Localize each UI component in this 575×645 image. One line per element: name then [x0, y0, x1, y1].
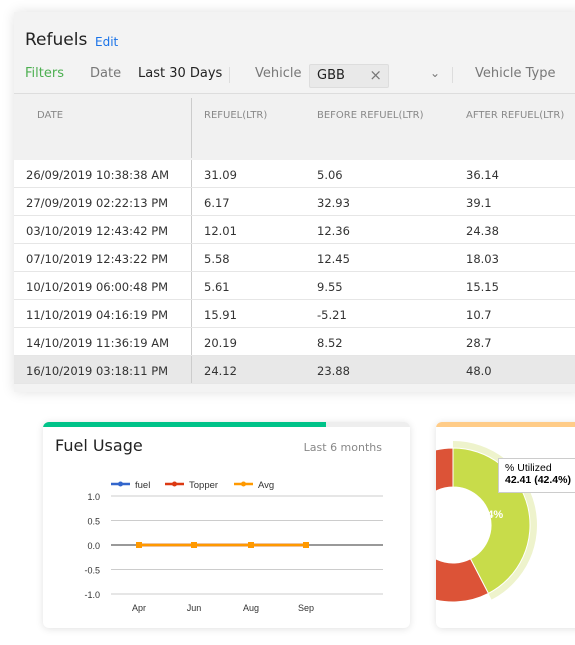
x-tick-label: Sep [298, 603, 314, 613]
tooltip-value: 42.41 (42.4%) [505, 474, 571, 486]
cell: 12.45 [317, 252, 350, 266]
date-filter-label: Date [90, 66, 122, 81]
y-tick-label: 0.0 [87, 541, 100, 551]
cell: 24.38 [466, 224, 499, 238]
column-divider[interactable] [191, 98, 192, 158]
cell: 18.03 [466, 252, 499, 266]
column-divider [191, 244, 192, 271]
vehicle-type-label: Vehicle Type [475, 66, 556, 81]
table-row[interactable]: 27/09/2019 02:22:13 PM 6.17 32.93 39.1 [14, 188, 575, 216]
column-divider [191, 160, 192, 187]
cell: 26/09/2019 10:38:38 AM [26, 168, 170, 182]
divider [229, 67, 230, 83]
legend-label[interactable]: Avg [258, 480, 274, 491]
vehicle-value: GBB [317, 68, 345, 83]
cell: 31.09 [204, 168, 237, 182]
y-tick-label: -0.5 [84, 566, 100, 576]
column-header-refuel[interactable]: REFUEL(LTR) [204, 110, 267, 121]
utilization-donut: 42.4% [436, 441, 537, 603]
utilization-card: 42.4% % Utilized 42.41 (42.4%) [436, 422, 575, 628]
cell: 10.7 [466, 308, 492, 322]
cell: 23.88 [317, 364, 350, 378]
cell: 15.91 [204, 308, 237, 322]
column-header-date[interactable]: DATE [37, 110, 63, 121]
column-header-after[interactable]: AFTER REFUEL(LTR) [466, 110, 564, 121]
divider [452, 67, 453, 83]
table-row[interactable]: 16/10/2019 03:18:11 PM 24.12 23.88 48.0 [14, 356, 575, 384]
cell: 16/10/2019 03:18:11 PM [26, 364, 169, 378]
cell: 39.1 [466, 196, 492, 210]
cell: 5.06 [317, 168, 343, 182]
table-row[interactable]: 03/10/2019 12:43:42 PM 12.01 12.36 24.38 [14, 216, 575, 244]
clear-icon[interactable]: × [369, 66, 382, 84]
column-divider [191, 328, 192, 355]
cell: 5.58 [204, 252, 230, 266]
chevron-down-icon[interactable]: ⌄ [430, 66, 440, 80]
cell: 9.55 [317, 280, 343, 294]
cell: 12.01 [204, 224, 237, 238]
column-divider [191, 356, 192, 383]
tooltip-title: % Utilized [505, 462, 552, 474]
table-row[interactable]: 07/10/2019 12:43:22 PM 5.58 12.45 18.03 [14, 244, 575, 272]
column-divider [191, 216, 192, 243]
filters-label: Filters [25, 66, 64, 81]
cell: 11/10/2019 04:16:19 PM [26, 308, 169, 322]
cell: 6.17 [204, 196, 230, 210]
tooltip: % Utilized 42.41 (42.4%) [498, 458, 575, 493]
cell: 20.19 [204, 336, 237, 350]
column-header-before[interactable]: BEFORE REFUEL(LTR) [317, 110, 424, 121]
cell: 07/10/2019 12:43:22 PM [26, 252, 169, 266]
cell: 10/10/2019 06:00:48 PM [26, 280, 169, 294]
edit-link[interactable]: Edit [95, 35, 118, 49]
data-point[interactable] [248, 542, 254, 548]
cell: 27/09/2019 02:22:13 PM [26, 196, 169, 210]
column-divider [191, 188, 192, 215]
cell: 15.15 [466, 280, 499, 294]
table-header [14, 93, 575, 160]
cell: -5.21 [317, 308, 347, 322]
x-tick-label: Jun [187, 603, 202, 613]
y-tick-label: -1.0 [84, 590, 100, 600]
fuel-usage-chart: 1.0 0.5 0.0 -0.5 -1.0 Apr Jun Aug Sep fuel Topper A… [84, 480, 383, 613]
data-point[interactable] [303, 542, 309, 548]
legend-marker [241, 481, 246, 487]
cell: 32.93 [317, 196, 350, 210]
vehicle-select[interactable]: GBB × [309, 64, 389, 88]
legend-marker [118, 481, 123, 487]
legend-label[interactable]: fuel [135, 480, 150, 491]
cell: 14/10/2019 11:36:19 AM [26, 336, 170, 350]
cell: 5.61 [204, 280, 230, 294]
column-divider [191, 300, 192, 327]
table-row[interactable]: 14/10/2019 11:36:19 AM 20.19 8.52 28.7 [14, 328, 575, 356]
cell: 03/10/2019 12:43:42 PM [26, 224, 169, 238]
cell: 28.7 [466, 336, 492, 350]
cell: 8.52 [317, 336, 343, 350]
page-title: Refuels [25, 30, 88, 50]
y-tick-label: 0.5 [87, 517, 100, 527]
vehicle-filter-label: Vehicle [255, 66, 302, 81]
table-row[interactable]: 10/10/2019 06:00:48 PM 5.61 9.55 15.15 [14, 272, 575, 300]
table-row[interactable]: 11/10/2019 04:16:19 PM 15.91 -5.21 10.7 [14, 300, 575, 328]
data-point[interactable] [136, 542, 142, 548]
cell: 48.0 [466, 364, 492, 378]
data-point[interactable] [191, 542, 197, 548]
column-divider [191, 272, 192, 299]
slice-label: 42.4% [472, 509, 503, 521]
cell: 36.14 [466, 168, 499, 182]
x-tick-label: Apr [132, 603, 146, 613]
fuel-usage-card: Fuel Usage Last 6 months 1.0 0.5 0.0 -0.5 -1… [43, 422, 410, 628]
y-tick-label: 1.0 [87, 492, 100, 502]
date-filter-value[interactable]: Last 30 Days [138, 66, 222, 81]
legend-marker [172, 481, 177, 487]
cell: 24.12 [204, 364, 237, 378]
table-row[interactable]: 26/09/2019 10:38:38 AM 31.09 5.06 36.14 [14, 160, 575, 188]
cell: 12.36 [317, 224, 350, 238]
legend-label[interactable]: Topper [189, 480, 218, 491]
x-tick-label: Aug [243, 603, 259, 613]
